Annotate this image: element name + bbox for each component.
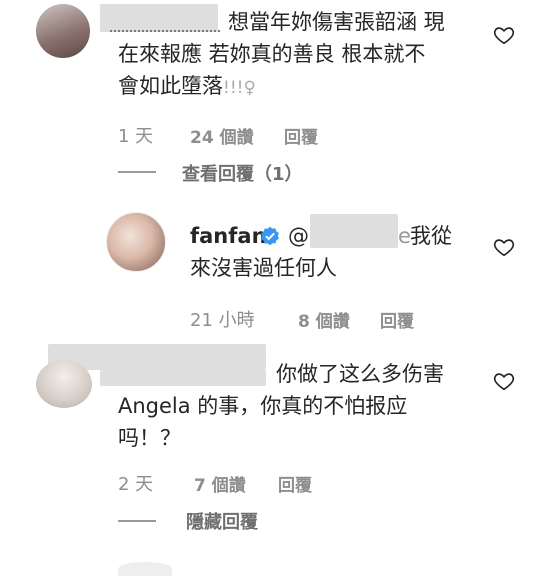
reply-username[interactable]: fanfan [190, 224, 267, 248]
comment-text-line3: 會如此墮落!!!♀ [118, 72, 256, 102]
redacted-mention [310, 214, 398, 248]
comment-text-line3: 吗！？ [118, 426, 181, 450]
reply-button[interactable]: 回覆 [380, 307, 414, 332]
mention-at[interactable]: @ [288, 222, 309, 250]
redacted-username-tail [100, 370, 266, 386]
next-comment-avatar-edge [118, 562, 172, 576]
comment-text-line2: Angela 的事，你真的不怕报应 [118, 394, 408, 418]
heart-icon[interactable] [493, 24, 515, 46]
comment-text-line1: 你做了这么多伤害 [276, 362, 444, 386]
replies-divider [118, 171, 156, 173]
comment-time: 2 天 [118, 474, 154, 495]
hide-replies-link[interactable]: 隱藏回覆 [186, 508, 258, 534]
mention-tail[interactable]: e [398, 222, 411, 250]
commenter-avatar[interactable] [36, 4, 90, 58]
heart-icon[interactable] [493, 370, 515, 392]
like-count[interactable]: 24 個讚 [190, 123, 254, 148]
replies-divider [118, 520, 156, 522]
commenter-avatar[interactable] [36, 360, 92, 408]
username-dots [110, 26, 220, 32]
comment-text-line3-main: 會如此墮落 [118, 74, 223, 98]
like-count[interactable]: 7 個讚 [194, 471, 246, 496]
reply-time: 21 小時 [190, 310, 255, 331]
reply-text-line1: 我從 [410, 224, 452, 248]
reply-button[interactable]: 回覆 [284, 123, 318, 148]
like-count[interactable]: 8 個讚 [298, 307, 350, 332]
comment-text-line2: 在來報應 若妳真的善良 根本就不 [118, 42, 426, 66]
comment-text-suffix: !!!♀ [223, 78, 256, 98]
reply-button[interactable]: 回覆 [278, 471, 312, 496]
verified-badge-icon [261, 226, 279, 246]
fanfan-avatar[interactable] [106, 212, 166, 272]
heart-icon[interactable] [493, 236, 515, 258]
view-replies-link[interactable]: 查看回覆（1） [182, 160, 303, 186]
comment-time: 1 天 [118, 126, 154, 147]
reply-text-line2: 來沒害過任何人 [190, 256, 337, 280]
comment-text-line1: 想當年妳傷害張韶涵 現 [228, 10, 445, 34]
